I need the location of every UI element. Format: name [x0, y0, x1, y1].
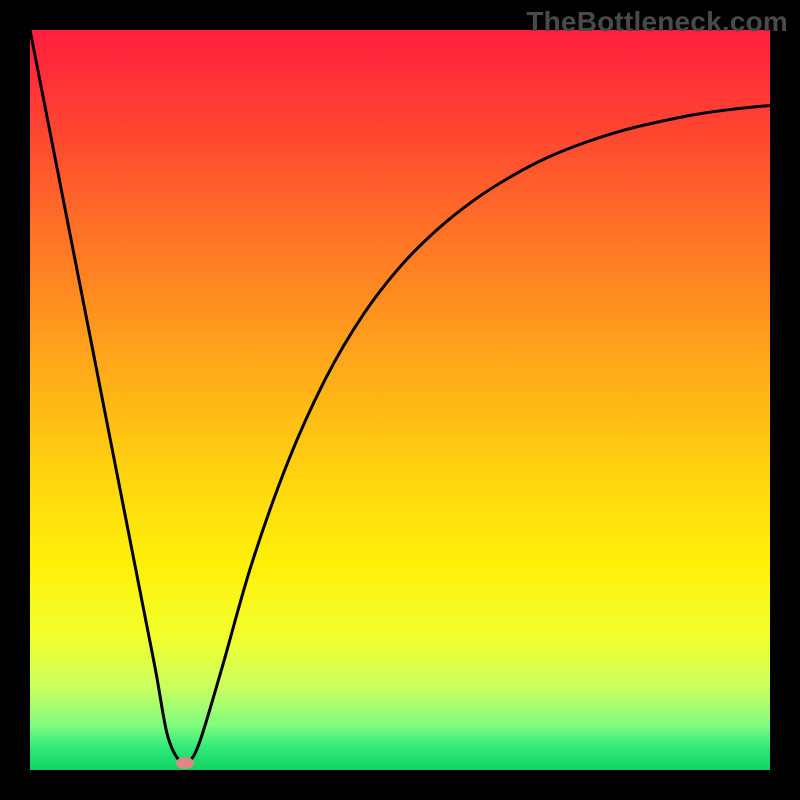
bottleneck-curve	[30, 30, 770, 770]
chart-frame: TheBottleneck.com	[0, 0, 800, 800]
watermark-text: TheBottleneck.com	[526, 6, 788, 38]
optimal-point-marker	[176, 757, 194, 769]
